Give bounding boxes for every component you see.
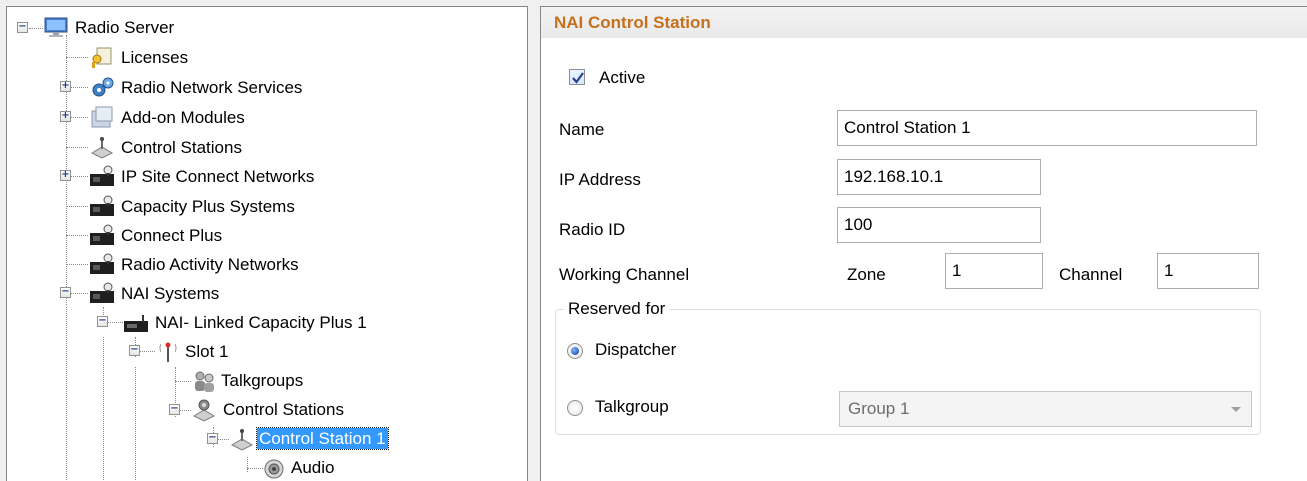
tree-connector	[103, 337, 104, 481]
tree-connector	[247, 457, 248, 472]
ip-address-field[interactable]: 192.168.10.1	[837, 159, 1041, 195]
control-station-icon	[90, 137, 114, 159]
tree-connector	[135, 367, 136, 481]
tree-node-radio-server[interactable]: Radio Server	[73, 17, 176, 38]
tree-node-connect-plus[interactable]: Connect Plus	[119, 225, 224, 246]
collapse-toggle[interactable]: −	[129, 345, 140, 356]
network-radio-icon	[90, 165, 114, 186]
active-label: Active	[599, 68, 646, 87]
radio-id-field[interactable]: 100	[837, 207, 1041, 243]
tree-node-ip-site-connect[interactable]: IP Site Connect Networks	[119, 166, 316, 187]
configuration-tree[interactable]: − + + + − − − − − Radio Server Licenses …	[6, 6, 528, 481]
network-radio-icon	[90, 253, 114, 274]
tree-connector	[29, 28, 43, 29]
tree-node-capacity-plus[interactable]: Capacity Plus Systems	[119, 196, 297, 217]
zone-label: Zone	[847, 265, 886, 284]
name-field[interactable]: Control Station 1	[837, 110, 1257, 146]
collapse-toggle[interactable]: −	[60, 287, 71, 298]
tree-node-slot-1[interactable]: Slot 1	[183, 341, 230, 362]
collapse-toggle[interactable]: −	[97, 316, 108, 327]
name-label: Name	[559, 120, 605, 139]
properties-panel: NAI Control Station Active Name Control …	[540, 6, 1307, 481]
radio-selected-dot	[571, 347, 579, 355]
channel-field[interactable]: 1	[1157, 253, 1259, 289]
tree-node-licenses[interactable]: Licenses	[119, 47, 190, 68]
working-channel-label: Working Channel	[559, 265, 690, 284]
checkmark-icon	[572, 72, 584, 84]
tree-connector	[66, 206, 88, 207]
network-services-gear-icon	[92, 77, 114, 97]
talkgroup-select-value: Group 1	[848, 399, 910, 418]
addon-modules-icon	[91, 106, 113, 128]
reserved-for-legend: Reserved for	[564, 299, 670, 319]
channel-label: Channel	[1059, 265, 1123, 284]
chevron-down-icon	[1231, 407, 1241, 412]
dispatcher-label: Dispatcher	[595, 340, 677, 359]
expand-toggle[interactable]: +	[60, 111, 71, 122]
control-stations-group-icon	[192, 399, 216, 422]
form-header: NAI Control Station	[541, 7, 1307, 38]
repeater-icon	[124, 315, 148, 332]
collapse-toggle[interactable]: −	[207, 433, 218, 444]
tree-connector	[66, 235, 88, 236]
tree-node-control-stations[interactable]: Control Stations	[119, 137, 244, 158]
tree-connector	[66, 264, 88, 265]
slot-antenna-icon	[159, 342, 177, 362]
tree-connector	[66, 307, 67, 481]
talkgroup-radio[interactable]	[567, 400, 583, 416]
network-radio-icon	[90, 224, 114, 245]
tree-connector	[175, 381, 191, 382]
ip-address-label: IP Address	[559, 170, 641, 189]
talkgroup-label: Talkgroup	[595, 397, 669, 416]
network-radio-icon	[90, 195, 114, 216]
zone-field[interactable]: 1	[945, 253, 1043, 289]
tree-node-nai-linked-capacity-plus[interactable]: NAI- Linked Capacity Plus 1	[153, 312, 369, 333]
tree-node-control-station-1[interactable]: Control Station 1	[256, 427, 389, 450]
audio-speaker-icon	[264, 459, 284, 479]
licenses-key-icon	[92, 47, 112, 68]
tree-node-addon-modules[interactable]: Add-on Modules	[119, 107, 247, 128]
tree-node-radio-activity[interactable]: Radio Activity Networks	[119, 254, 301, 275]
talkgroups-people-icon	[195, 371, 214, 392]
server-monitor-icon	[44, 17, 68, 37]
tree-node-slot-control-stations[interactable]: Control Stations	[221, 399, 346, 420]
radio-id-label: Radio ID	[559, 220, 626, 239]
page-title: NAI Control Station	[554, 13, 711, 32]
tree-node-nai-systems[interactable]: NAI Systems	[119, 283, 221, 304]
tree-node-talkgroups[interactable]: Talkgroups	[219, 370, 305, 391]
collapse-toggle[interactable]: −	[169, 404, 180, 415]
control-station-icon	[230, 429, 254, 451]
talkgroup-select[interactable]: Group 1	[839, 391, 1252, 427]
collapse-toggle[interactable]: −	[17, 22, 28, 33]
tree-connector	[66, 147, 88, 148]
dispatcher-radio[interactable]	[567, 343, 583, 359]
tree-node-radio-network-services[interactable]: Radio Network Services	[119, 77, 304, 98]
active-checkbox[interactable]	[569, 69, 585, 85]
expand-toggle[interactable]: +	[60, 81, 71, 92]
tree-node-audio[interactable]: Audio	[289, 457, 336, 478]
tree-connector	[66, 57, 88, 58]
network-radio-icon	[90, 282, 114, 303]
expand-toggle[interactable]: +	[60, 170, 71, 181]
